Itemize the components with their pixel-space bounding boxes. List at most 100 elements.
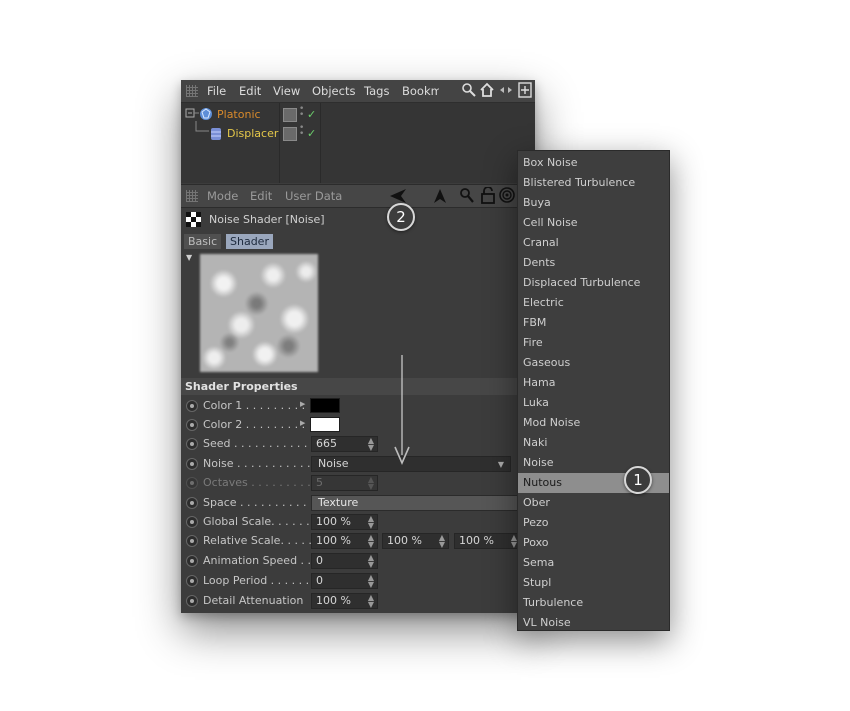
global-scale-value: 100 % (316, 515, 351, 528)
property-label: Color 2 . . . . . . . . . (203, 418, 306, 431)
stepper-icon[interactable]: ▲ ▼ (439, 534, 445, 549)
animation-speed-input[interactable]: 0 ▲ ▼ (311, 553, 378, 569)
relative-scale-x-input[interactable]: 100 % ▲ ▼ (311, 533, 378, 549)
global-scale-input[interactable]: 100 % ▲ ▼ (311, 514, 378, 530)
animate-radio-icon[interactable] (186, 595, 198, 607)
menu-item-luka[interactable]: Luka (518, 393, 669, 413)
property-label: Seed . . . . . . . . . . . . . (203, 437, 322, 450)
relative-scale-z-value: 100 % (459, 534, 494, 547)
menu-item-displaced-turbulence[interactable]: Displaced Turbulence (518, 273, 669, 293)
detail-attenuation-value: 100 % (316, 594, 351, 607)
menu-item-ober[interactable]: Ober (518, 493, 669, 513)
property-label: Noise . . . . . . . . . . . . (203, 457, 318, 470)
menu-item-naki[interactable]: Naki (518, 433, 669, 453)
menu-item-poxo[interactable]: Poxo (518, 533, 669, 553)
menu-item-blistered-turbulence[interactable]: Blistered Turbulence (518, 173, 669, 193)
animate-radio-icon[interactable] (186, 575, 198, 587)
stepper-icon[interactable]: ▲ ▼ (368, 574, 374, 589)
stepper-icon[interactable]: ▲ ▼ (368, 534, 374, 549)
lock-icon[interactable] (481, 187, 495, 204)
menu-item-cranal[interactable]: Cranal (518, 233, 669, 253)
property-label: Relative Scale. . . . . . (203, 534, 319, 547)
search-icon[interactable] (462, 83, 476, 98)
menu-item-electric[interactable]: Electric (518, 293, 669, 313)
animate-radio-icon[interactable] (186, 419, 198, 431)
property-row-space: Space . . . . . . . . . . . . Texture (181, 494, 535, 513)
layer-icon[interactable] (283, 127, 297, 141)
menu-item-cell-noise[interactable]: Cell Noise (518, 213, 669, 233)
stepper-icon[interactable]: ▲ ▼ (368, 554, 374, 569)
property-label: Global Scale. . . . . . . (203, 515, 317, 528)
menu-item-hama[interactable]: Hama (518, 373, 669, 393)
menu-item-vl-noise[interactable]: VL Noise (518, 613, 669, 633)
menu-mode[interactable]: Mode (207, 189, 238, 203)
animate-radio-icon[interactable] (186, 497, 198, 509)
back-arrow-icon[interactable] (389, 188, 407, 204)
menu-item-buya[interactable]: Buya (518, 193, 669, 213)
menu-item-box-noise[interactable]: Box Noise (518, 153, 669, 173)
color1-swatch[interactable] (310, 398, 340, 413)
step-badge-1: 1 (624, 466, 652, 494)
stepper-icon[interactable]: ▲ ▼ (368, 437, 374, 452)
collapse-triangle-icon[interactable]: ▼ (186, 253, 192, 262)
attribute-title: Noise Shader [Noise] (209, 213, 325, 226)
up-arrow-icon[interactable] (433, 188, 447, 204)
color2-swatch[interactable] (310, 417, 340, 432)
menu-item-dents[interactable]: Dents (518, 253, 669, 273)
target-icon[interactable] (499, 187, 515, 203)
menu-item-fbm[interactable]: FBM (518, 313, 669, 333)
object-name-displacer[interactable]: Displacer (227, 127, 278, 140)
animate-radio-icon[interactable] (186, 555, 198, 567)
expand-triangle-icon[interactable]: ▶ (300, 419, 305, 427)
animate-radio-icon[interactable] (186, 400, 198, 412)
menu-tags[interactable]: Tags (364, 84, 389, 98)
object-row[interactable]: Platonic • • ✓ (181, 105, 535, 125)
space-dropdown[interactable]: Texture (311, 495, 535, 511)
visibility-dots-icon[interactable]: • • (299, 124, 304, 139)
tab-basic[interactable]: Basic (184, 234, 222, 249)
menu-edit[interactable]: Edit (250, 189, 272, 203)
grip-icon[interactable] (186, 85, 198, 97)
search-icon[interactable] (460, 188, 474, 204)
stepper-icon[interactable]: ▲ ▼ (368, 594, 374, 609)
object-name-platonic[interactable]: Platonic (217, 108, 261, 121)
animate-radio-icon[interactable] (186, 438, 198, 450)
menu-item-turbulence[interactable]: Turbulence (518, 593, 669, 613)
checkmark-icon[interactable]: ✓ (307, 127, 316, 140)
property-row-detail-attenuation: Detail Attenuation 100 % ▲ ▼ (181, 592, 535, 611)
menu-bookmarks[interactable]: Bookm (402, 84, 439, 98)
menu-item-mod-noise[interactable]: Mod Noise (518, 413, 669, 433)
menu-item-pezo[interactable]: Pezo (518, 513, 669, 533)
seed-input[interactable]: 665 ▲ ▼ (311, 436, 378, 452)
menu-view[interactable]: View (273, 84, 300, 98)
home-icon[interactable] (479, 82, 495, 98)
menu-item-gaseous[interactable]: Gaseous (518, 353, 669, 373)
relative-scale-y-input[interactable]: 100 % ▲ ▼ (382, 533, 449, 549)
loop-period-input[interactable]: 0 ▲ ▼ (311, 573, 378, 589)
menu-file[interactable]: File (207, 84, 226, 98)
menu-edit[interactable]: Edit (239, 84, 261, 98)
expand-triangle-icon[interactable]: ▶ (300, 400, 305, 408)
menu-user-data[interactable]: User Data (285, 189, 342, 203)
object-row[interactable]: Displacer • • ✓ (181, 121, 535, 144)
animate-radio-icon[interactable] (186, 458, 198, 470)
checker-icon (186, 212, 201, 227)
menu-item-sema[interactable]: Sema (518, 553, 669, 573)
menu-item-stupl[interactable]: Stupl (518, 573, 669, 593)
new-window-icon[interactable] (518, 82, 532, 98)
property-label: Loop Period . . . . . . . (203, 574, 317, 587)
tree-collapse-icon[interactable] (185, 108, 199, 122)
stepper-icon[interactable]: ▲ ▼ (368, 515, 374, 530)
detail-attenuation-input[interactable]: 100 % ▲ ▼ (311, 593, 378, 609)
grip-icon[interactable] (186, 190, 198, 202)
visibility-dots-icon[interactable]: • • (299, 105, 304, 120)
menu-objects[interactable]: Objects (312, 84, 355, 98)
layer-icon[interactable] (283, 108, 297, 122)
relative-scale-z-input[interactable]: 100 % ▲ ▼ (454, 533, 521, 549)
tab-shader[interactable]: Shader (226, 234, 273, 249)
animate-radio-icon[interactable] (186, 516, 198, 528)
checkmark-icon[interactable]: ✓ (307, 108, 316, 121)
menu-item-fire[interactable]: Fire (518, 333, 669, 353)
arrows-icon[interactable] (499, 84, 513, 96)
animate-radio-icon[interactable] (186, 535, 198, 547)
